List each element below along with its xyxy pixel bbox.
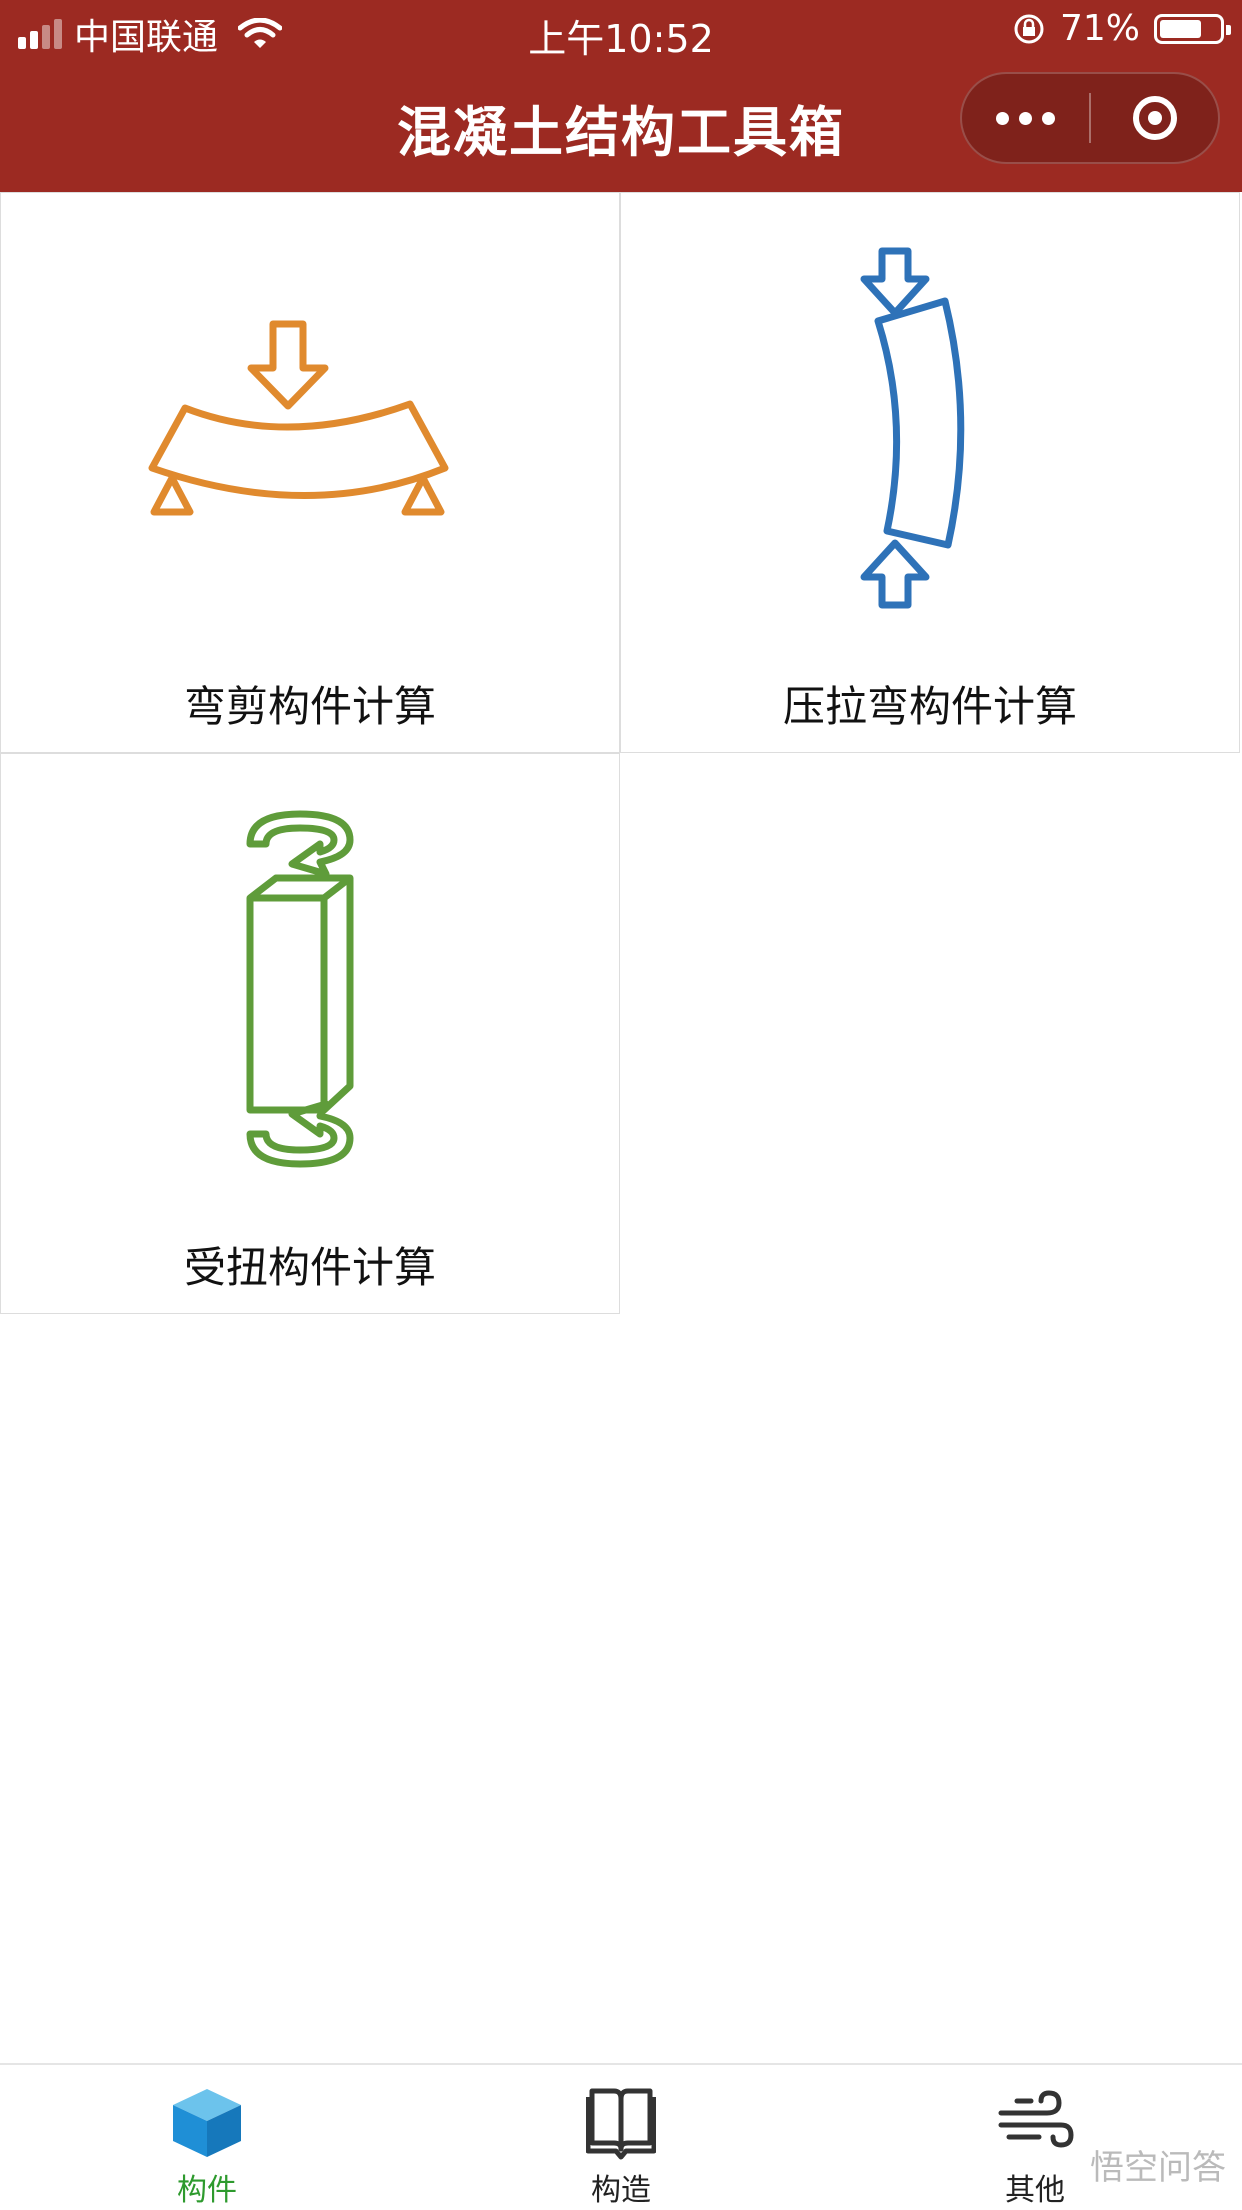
card-label: 弯剪构件计算 [183,682,436,731]
battery-icon [1154,13,1231,44]
tab-construction[interactable]: 构造 [414,2065,828,2210]
beam-bending-icon [1,193,619,663]
card-label: 受扭构件计算 [183,1243,436,1292]
tab-bar: 构件 构造 其他 [0,2063,1242,2210]
more-dots-icon [996,111,1055,125]
tab-components[interactable]: 构件 [0,2065,414,2210]
rotation-lock-icon [1014,14,1044,43]
wind-icon [998,2090,1074,2148]
card-torsion[interactable]: 受扭构件计算 [0,753,620,1314]
card-compression-tension-bending[interactable]: 压拉弯构件计算 [620,192,1240,753]
card-label: 压拉弯构件计算 [782,682,1077,731]
target-circle-icon [1132,96,1177,140]
status-bar: 中国联通 上午10:52 71% [0,0,1242,64]
card-bending-shear[interactable]: 弯剪构件计算 [0,192,620,753]
tab-label: 构件 [177,2173,237,2208]
mini-program-capsule [960,72,1220,164]
watermark-text: 悟空问答 [1090,2148,1226,2188]
close-button[interactable] [1091,74,1218,162]
more-button[interactable] [962,74,1089,162]
torsion-member-icon [1,754,619,1224]
column-compression-icon [621,193,1239,663]
status-right: 71% [1012,8,1231,49]
cube-icon [173,2089,241,2157]
app-header: 中国联通 上午10:52 71% 混凝土结构工具箱 [0,0,1242,192]
battery-percent: 71% [1059,8,1140,49]
book-icon [586,2088,656,2160]
tab-label: 构造 [591,2173,651,2208]
